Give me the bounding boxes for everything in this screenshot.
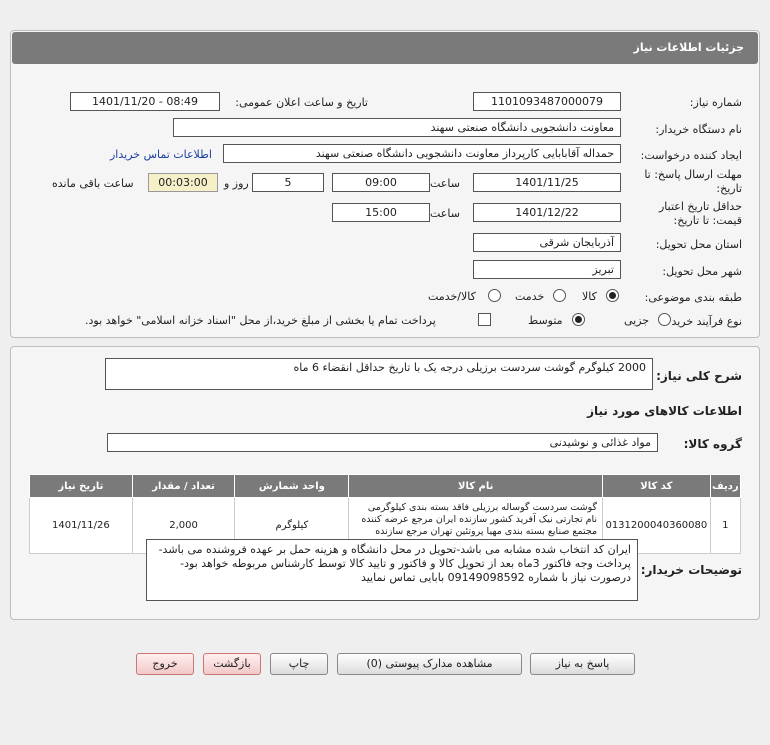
category-option-goods-service: کالا/خدمت (428, 290, 476, 303)
category-option-goods: کالا (582, 290, 597, 303)
remaining-label: ساعت باقی مانده (52, 177, 134, 190)
buyer-notes-label: توضیحات خریدار: (640, 563, 742, 577)
page-header: جزئیات اطلاعات نیاز (12, 32, 758, 64)
reply-button[interactable]: پاسخ به نیاز (530, 653, 635, 675)
page-title: جزئیات اطلاعات نیاز (633, 41, 745, 54)
validity-date-field: 1401/12/22 (473, 203, 621, 222)
col-qty: تعداد / مقدار (131, 474, 236, 498)
days-label: روز و (224, 177, 249, 190)
need-number-field: 1101093487000079 (473, 92, 621, 111)
validity-label: حداقل تاریخ اعتبار (658, 200, 742, 213)
process-label: نوع فرآیند خرید : (664, 315, 742, 328)
goods-info-title: اطلاعات کالاهای مورد نیاز (587, 404, 742, 418)
province-label: استان محل تحویل: (655, 238, 742, 251)
group-label: گروه کالا: (683, 437, 742, 451)
creator-field: حمداله آقابابایی کارپرداز معاونت دانشجوی… (223, 144, 621, 163)
process-radio-medium[interactable] (572, 313, 585, 326)
city-field: تبریز (473, 260, 621, 279)
col-name: نام کالا (348, 474, 604, 498)
cell-row: 1 (709, 497, 742, 554)
col-row: ردیف (709, 474, 742, 498)
payment-note: پرداخت تمام یا بخشی از مبلغ خرید،از محل … (85, 314, 436, 327)
validity-time-label: ساعت (430, 207, 460, 220)
reply-deadline-label-2: تاریخ: (716, 182, 742, 195)
reply-deadline-label: مهلت ارسال پاسخ: تا (644, 168, 742, 181)
col-unit: واحد شمارش (234, 474, 350, 498)
col-date: تاریخ نیاز (29, 474, 133, 498)
buyer-org-label: نام دستگاه خریدار: (655, 123, 742, 136)
view-attachments-button[interactable]: مشاهده مدارک پیوستی (0) (337, 653, 522, 675)
validity-label-2: قیمت: تا تاریخ: (673, 214, 742, 227)
province-field: آذربایجان شرقی (473, 233, 621, 252)
announce-field: 1401/11/20 - 08:49 (70, 92, 220, 111)
group-field: مواد غذائی و نوشیدنی (107, 433, 658, 452)
category-radio-goods[interactable] (606, 289, 619, 302)
remaining-time-field: 00:03:00 (148, 173, 218, 192)
category-radio-service[interactable] (553, 289, 566, 302)
announce-label: تاریخ و ساعت اعلان عمومی: (235, 96, 368, 109)
print-button[interactable]: چاپ (270, 653, 328, 675)
summary-field: 2000 کیلوگرم گوشت سردست برزیلی درجه یک ب… (105, 358, 653, 390)
category-label: طبقه بندی موضوعی: (644, 291, 742, 304)
reply-date-field: 1401/11/25 (473, 173, 621, 192)
table-header-row: ردیف کد کالا نام کالا واحد شمارش تعداد /… (29, 474, 742, 498)
buyer-org-field: معاونت دانشجویی دانشگاه صنعتی سهند (173, 118, 621, 137)
city-label: شهر محل تحویل: (662, 265, 742, 278)
process-option-minor: جزیی (624, 314, 650, 327)
summary-label: شرح کلی نیاز: (656, 369, 742, 383)
need-number-label: شماره نیاز: (689, 96, 742, 109)
treasury-payment-checkbox[interactable] (478, 313, 491, 326)
col-code: کد کالا (602, 474, 711, 498)
category-radio-goods-service[interactable] (488, 289, 501, 302)
back-button[interactable]: بازگشت (203, 653, 261, 675)
exit-button[interactable]: خروج (136, 653, 194, 675)
category-option-service: خدمت (515, 290, 545, 303)
contact-buyer-link[interactable]: اطلاعات تماس خریدار (110, 148, 212, 161)
validity-time-field: 15:00 (332, 203, 430, 222)
process-radio-minor[interactable] (658, 313, 671, 326)
reply-time-field: 09:00 (332, 173, 430, 192)
process-option-medium: متوسط (528, 314, 563, 327)
days-field: 5 (252, 173, 324, 192)
reply-time-label: ساعت (430, 177, 460, 190)
buyer-notes-field: ایران کد انتخاب شده مشابه می باشد-تحویل … (146, 539, 638, 601)
cell-date: 1401/11/26 (29, 497, 133, 554)
creator-label: ایجاد کننده درخواست: (640, 149, 742, 162)
